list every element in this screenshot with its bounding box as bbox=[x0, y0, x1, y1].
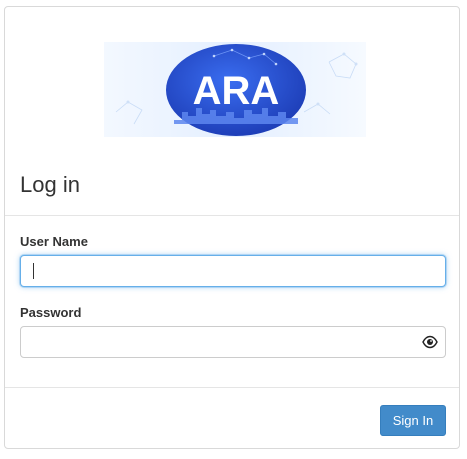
text-cursor bbox=[33, 263, 34, 279]
username-input[interactable] bbox=[20, 255, 446, 287]
ara-logo: ARA bbox=[104, 42, 366, 137]
password-input[interactable] bbox=[20, 326, 446, 358]
password-label: Password bbox=[20, 305, 82, 320]
sign-in-button[interactable]: Sign In bbox=[380, 405, 446, 436]
divider bbox=[5, 387, 459, 388]
username-label: User Name bbox=[20, 234, 88, 249]
eye-icon[interactable] bbox=[422, 335, 438, 349]
page-title: Log in bbox=[20, 172, 80, 197]
login-card: ARA Log in User Name Password Sign In bbox=[4, 6, 460, 449]
divider bbox=[5, 215, 459, 216]
svg-text:ARA: ARA bbox=[193, 69, 280, 113]
